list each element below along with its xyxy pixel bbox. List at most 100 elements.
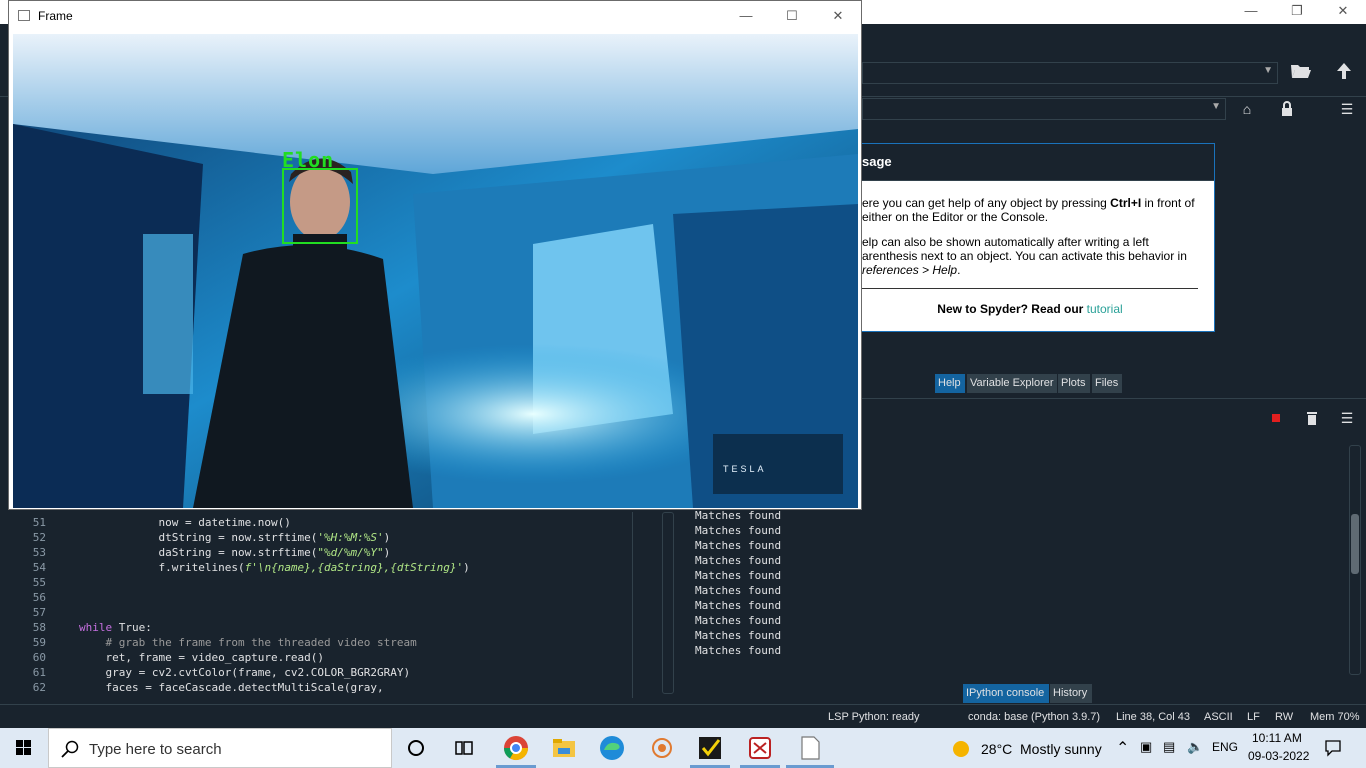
code-token: f.writelines( [79,561,245,574]
working-directory-combo[interactable]: ▼ [862,62,1278,84]
tab-files[interactable]: Files [1092,374,1122,393]
notepad-icon[interactable] [796,734,824,762]
memory-status: Mem 70% [1310,711,1360,723]
help-text: . [957,263,961,277]
code-string: "%d/%m/%Y" [317,546,384,559]
help-message-box: sage ere you can get help of any object … [862,143,1215,332]
console-line: Matches found [695,539,782,552]
conda-status: conda: base (Python 3.9.7) [968,711,1101,723]
checklist-app-icon[interactable] [696,734,724,762]
code-line: ret, frame = video_capture.read() [79,651,325,664]
console-line: Matches found [695,584,782,597]
tab-history[interactable]: History [1050,684,1092,703]
line-number: 58 [32,621,46,634]
cortana-icon[interactable] [402,734,430,762]
code-token: ) [383,546,391,559]
help-text: ere you can get help of any object by pr… [862,196,1111,210]
code-string: '%H:%M:%S' [317,531,384,544]
video-image [13,34,858,508]
clock-time[interactable]: 10:11 AM [1252,731,1302,745]
anaconda-icon[interactable] [648,734,676,762]
maximize-button[interactable]: ☐ [769,5,815,29]
arrow-up-icon[interactable] [1334,60,1354,82]
console-tabbar: IPython console History [963,684,1103,703]
tutorial-link[interactable]: tutorial [1087,302,1123,316]
chevron-down-icon: ▼ [1263,65,1273,76]
help-text: elp can also be shown automatically afte… [862,235,1149,249]
line-number: 61 [32,666,46,679]
task-view-icon[interactable] [450,734,478,762]
line-number: 53 [32,546,46,559]
tab-ipython-console[interactable]: IPython console [963,684,1049,703]
menu-icon[interactable]: ☰ [1339,410,1355,426]
code-token: True: [112,621,152,634]
console-line: Matches found [695,524,782,537]
console-line: Matches found [695,644,782,657]
meet-now-icon[interactable]: ▣ [1140,739,1152,755]
tab-plots[interactable]: Plots [1058,374,1090,393]
code-token: dtString = now.strftime( [79,531,318,544]
help-text: references > Help [862,263,958,277]
lock-icon[interactable] [1279,101,1295,117]
minimize-button[interactable]: — [723,5,769,29]
code-token: ) [463,561,470,574]
frame-window[interactable]: Frame — ☐ ✕ Elon TESLA [8,0,862,510]
stop-icon[interactable] [1268,410,1284,426]
language-indicator[interactable]: ENG [1212,740,1238,754]
line-number: 60 [32,651,46,664]
code-keyword: while [79,621,113,634]
help-new-to-spyder: New to Spyder? Read our tutorial [862,302,1198,316]
app-icon [18,10,30,21]
notification-icon[interactable] [1324,739,1342,757]
console-scrollbar[interactable] [1349,445,1361,675]
home-icon[interactable]: ⌂ [1239,101,1255,117]
chevron-up-icon[interactable]: ⌃ [1116,738,1129,758]
close-button[interactable]: ✕ [1320,0,1366,24]
code-line: dtString = now.strftime('%H:%M:%S') [79,531,390,544]
console-line: Matches found [695,509,782,522]
weather-description[interactable]: Mostly sunny [1020,741,1102,757]
line-number: 57 [32,606,46,619]
frame-title: Frame [38,9,73,23]
help-text: either on the Editor or the Console. [862,210,1049,224]
folder-open-icon[interactable] [1290,60,1312,82]
maximize-button[interactable]: ❐ [1274,0,1320,24]
weather-temperature[interactable]: 28°C [981,741,1012,757]
code-line: gray = cv2.cvtColor(frame, cv2.COLOR_BGR… [79,666,411,679]
windows-start-icon[interactable] [0,728,48,768]
line-number: 59 [32,636,46,649]
line-number: 54 [32,561,46,574]
trash-icon[interactable] [1304,410,1320,426]
tab-help[interactable]: Help [935,374,965,393]
scroll-thumb[interactable] [1351,514,1359,574]
help-box-header: sage [862,144,1214,181]
help-box-title: sage [862,154,892,169]
clock-date[interactable]: 09-03-2022 [1248,749,1309,763]
minimize-button[interactable]: — [1228,0,1274,24]
code-line: now = datetime.now() [79,516,291,529]
code-line: # grab the frame from the threaded video… [79,636,417,649]
code-line: faces = faceCascade.detectMultiScale(gra… [79,681,384,694]
frame-titlebar[interactable]: Frame — ☐ ✕ [9,1,861,31]
spyder-app-icon[interactable] [746,734,774,762]
code-line: while True: [79,621,152,634]
tab-variable-explorer[interactable]: Variable Explorer [967,374,1057,393]
chrome-icon[interactable] [502,734,530,762]
taskbar-search-box[interactable]: Type here to search [48,728,392,768]
code-line: daString = now.strftime("%d/%m/%Y") [79,546,390,559]
lsp-status: LSP Python: ready [828,711,920,723]
volume-icon[interactable]: 🔈 [1187,739,1203,755]
close-button[interactable]: ✕ [815,5,861,29]
edge-icon[interactable] [598,734,626,762]
video-frame: Elon TESLA [13,34,858,508]
menu-icon[interactable]: ☰ [1339,101,1355,117]
help-source-combo[interactable]: ▼ [862,98,1226,120]
network-icon[interactable]: ▤ [1163,739,1175,755]
editor-scrollbar[interactable] [662,512,674,694]
file-explorer-icon[interactable] [550,734,578,762]
line-number: 52 [32,531,46,544]
code-token: ) [383,531,391,544]
help-shortcut: Ctrl+I [1110,196,1142,210]
divider [632,512,633,698]
weather-sun-icon[interactable] [950,738,972,760]
